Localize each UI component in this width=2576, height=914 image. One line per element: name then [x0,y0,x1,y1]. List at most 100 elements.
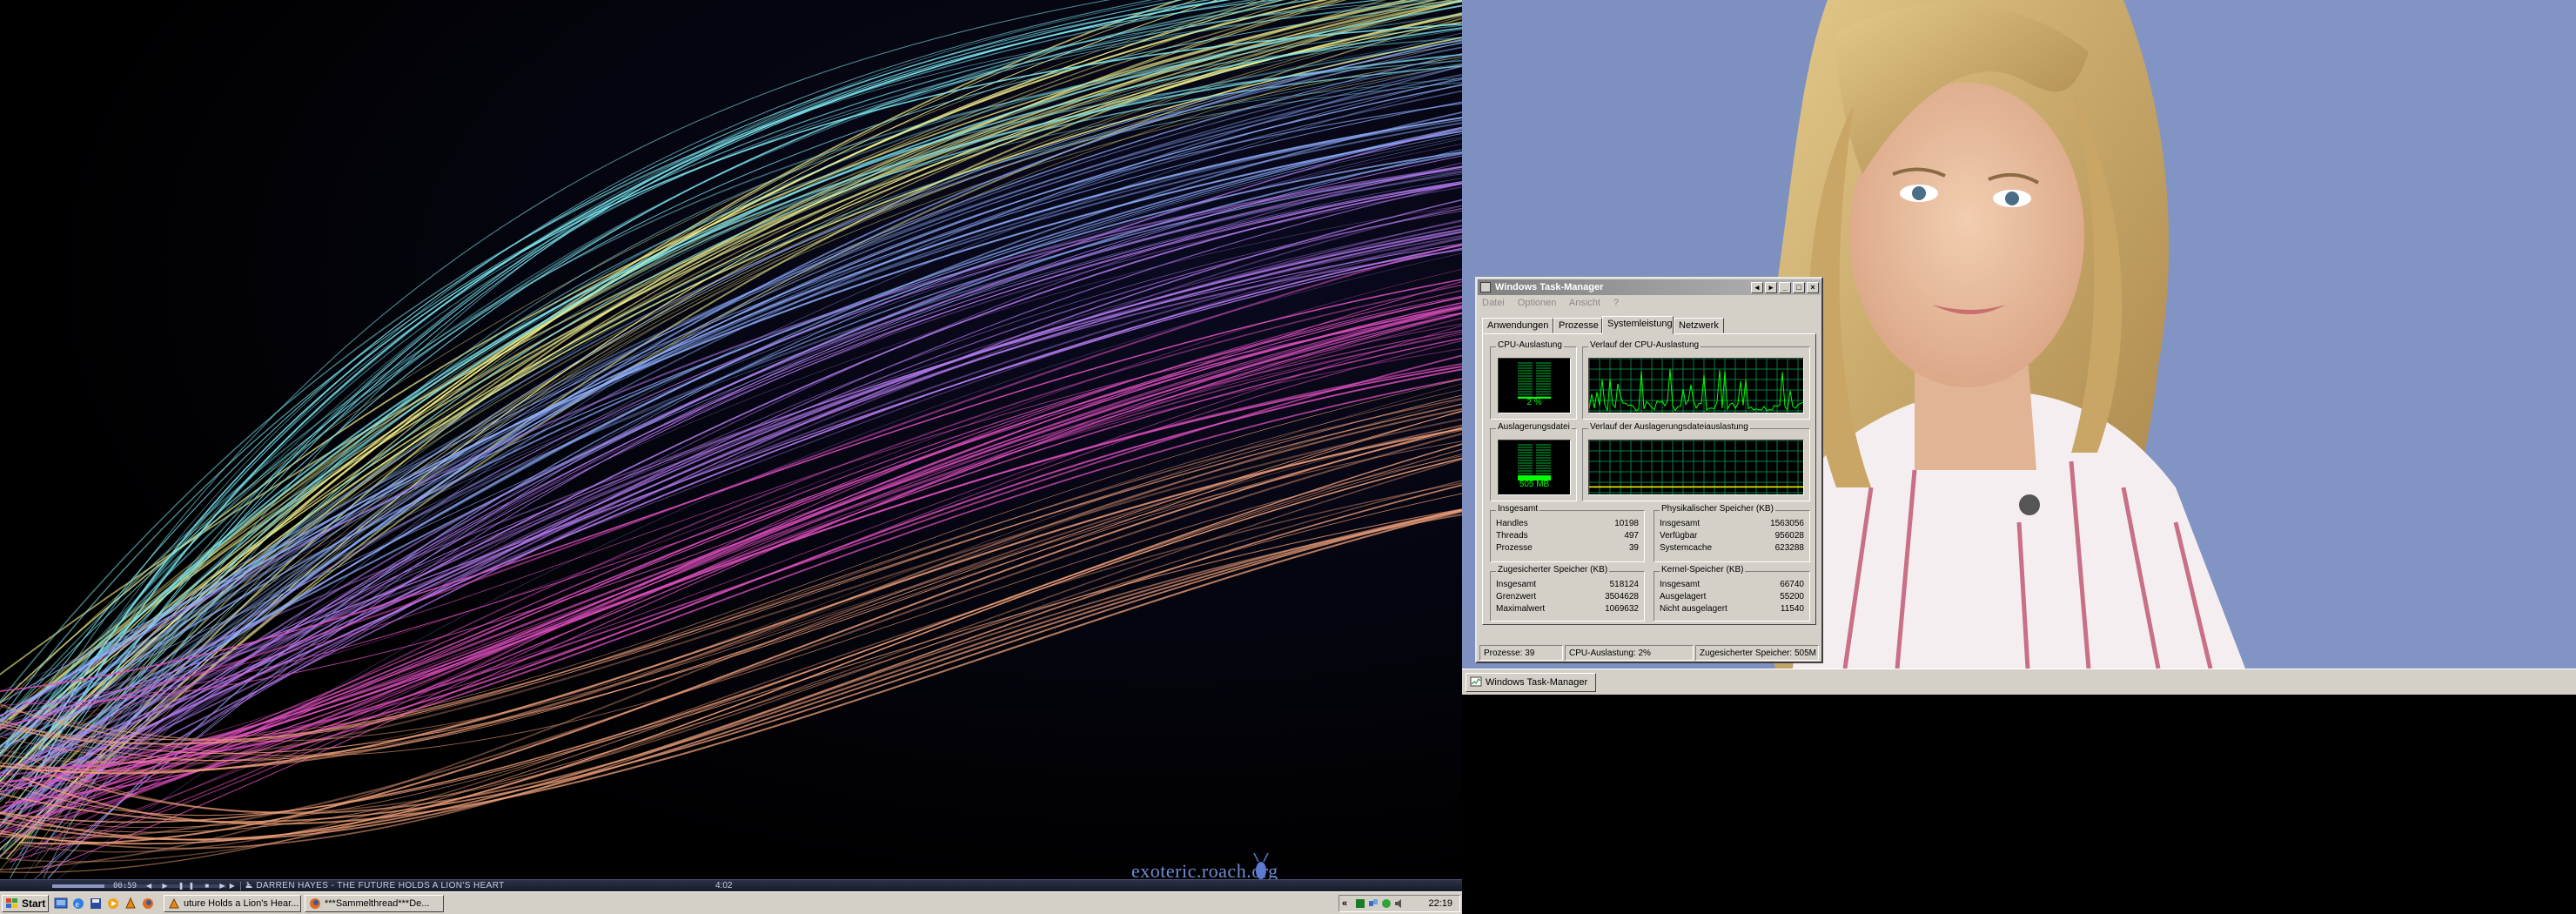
cpu-usage-group: CPU-Auslastung 2 % [1490,340,1577,420]
menu-options[interactable]: Optionen [1518,298,1557,308]
cpu-history-label: Verlauf der CPU-Auslastung [1588,340,1701,350]
save-disk-icon[interactable] [89,897,103,911]
meter-segment [1536,465,1551,467]
physical-row-cache: Systemcache 623288 [1660,542,1804,554]
stat-value: 3504628 [1605,592,1639,601]
totals-title: Insgesamt [1496,504,1540,514]
cpu-usage-label: CPU-Auslastung [1496,340,1564,350]
meter-segment [1536,454,1551,456]
elapsed-time: 00:59 [113,882,138,890]
windows-logo-icon [6,898,17,908]
task-manager-titlebar[interactable]: Windows Task-Manager ◂ ▸ _ □ × [1478,279,1821,295]
physical-memory-list: Insgesamt 1563056 Verfügbar 956028 Systemc… [1660,518,1804,554]
firefox-icon[interactable] [141,897,155,911]
menu-file[interactable]: Datei [1482,298,1505,308]
meter-segment [1518,393,1533,395]
task-manager-icon [1470,676,1482,687]
system-tray: « 22:19 [1338,895,1460,912]
stat-key: Insgesamt [1660,580,1701,589]
meter-segment [1536,386,1551,387]
rollup-button[interactable]: ◂ [1751,282,1763,293]
task-manager-icon [1480,282,1491,292]
meter-segment [1536,373,1551,374]
stat-value: 55200 [1780,592,1804,601]
meter-segment [1536,367,1551,369]
menu-view[interactable]: Ansicht [1569,298,1600,308]
stat-value: 66740 [1780,580,1804,589]
maximize-button[interactable]: □ [1793,282,1805,293]
meter-segment [1518,380,1533,382]
meter-segment [1518,375,1533,377]
cpu-usage-meter: 2 % [1498,358,1571,413]
menu-help[interactable]: ? [1613,298,1619,308]
winamp-icon [169,897,179,909]
stat-value: 497 [1624,531,1639,541]
meter-segment [1518,452,1533,454]
task-label: uture Holds a Lion's Hear... [184,898,299,909]
winamp-icon[interactable] [124,897,138,911]
internet-explorer-icon[interactable]: e [71,897,85,911]
taskbar-task-task-manager[interactable]: Windows Task-Manager [1466,673,1596,692]
meter-segment [1518,462,1533,464]
start-button[interactable]: Start [2,895,49,912]
pagefile-history-plot [1589,440,1803,494]
tray-expand-icon[interactable]: « [1342,896,1347,911]
status-commit: Zugesicherter Speicher: 505M [1695,645,1819,661]
task-label: ***Sammelthread***De... [325,898,430,909]
tab-network[interactable]: Netzwerk [1674,318,1724,333]
totals-list: Handles 10198 Threads 497 Prozesse 39 [1496,518,1639,554]
pin-button[interactable]: ▸ [1765,282,1777,293]
meter-segment [1518,365,1533,366]
stat-key: Nicht ausgelagert [1660,604,1727,614]
taskbar-task-firefox[interactable]: ***Sammelthread***De... [305,895,444,912]
stat-key: Maximalwert [1496,604,1546,614]
cpu-usage-value: 2 % [1526,398,1542,407]
commit-charge-title: Zugesicherter Speicher (KB) [1496,565,1610,575]
meter-segment [1518,386,1533,387]
meter-segment [1536,380,1551,382]
minimize-button[interactable]: _ [1779,282,1791,293]
media-player-icon[interactable] [106,897,120,911]
meter-segment [1536,388,1551,390]
show-desktop-icon[interactable] [54,897,68,911]
meter-segment [1536,378,1551,380]
network-icon[interactable] [1368,898,1379,909]
taskbar-left: Start e uture Holds a Lion's Hear... ***… [0,891,1462,914]
stat-value: 39 [1628,543,1639,553]
meter-segment [1518,465,1533,467]
taskbar-clock[interactable]: 22:19 [1428,896,1452,911]
meter-segment [1518,447,1533,448]
meter-segment [1536,370,1551,372]
wallpaper-strand [27,243,1462,761]
pagefile-label: Auslagerungsdatei [1496,422,1572,432]
stat-key: Threads [1496,531,1528,541]
stat-key: Ausgelagert [1660,592,1707,601]
meter-segment [1536,393,1551,395]
right-desktop: Windows Task-Manager ◂ ▸ _ □ × Datei Opt… [1462,0,2576,914]
taskbar-right: Windows Task-Manager [1462,669,2576,695]
meter-segment [1518,388,1533,390]
task-manager-window[interactable]: Windows Task-Manager ◂ ▸ _ □ × Datei Opt… [1475,277,1823,663]
tray-app-icon[interactable] [1355,898,1365,909]
tab-applications[interactable]: Anwendungen [1482,318,1553,333]
close-button[interactable]: × [1807,282,1819,293]
wallpaper-strand [0,101,1462,722]
wallpaper-strand [46,64,1462,828]
taskbar-task-winamp[interactable]: uture Holds a Lion's Hear... [164,895,301,912]
kernel-memory-list: Insgesamt 66740 Ausgelagert 55200 Nicht au… [1660,579,1804,615]
tab-processes[interactable]: Prozesse [1553,318,1602,333]
firefox-icon [310,898,320,909]
meter-segment [1536,365,1551,366]
meter-segment [1518,449,1533,451]
update-icon[interactable] [1381,898,1392,909]
tab-performance[interactable]: Systemleistung [1602,316,1674,334]
commit-row-total: Insgesamt 518124 [1496,579,1639,591]
stat-key: Verfügbar [1660,531,1698,541]
pagefile-group: Auslagerungsdatei 505 MB [1490,422,1577,501]
volume-icon[interactable] [1394,898,1405,909]
meter-segment [1536,383,1551,385]
meter-segment [1518,383,1533,385]
stat-value: 518124 [1609,580,1639,589]
pagefile-meter: 505 MB [1498,440,1571,495]
kernel-row-paged: Ausgelagert 55200 [1660,591,1804,603]
